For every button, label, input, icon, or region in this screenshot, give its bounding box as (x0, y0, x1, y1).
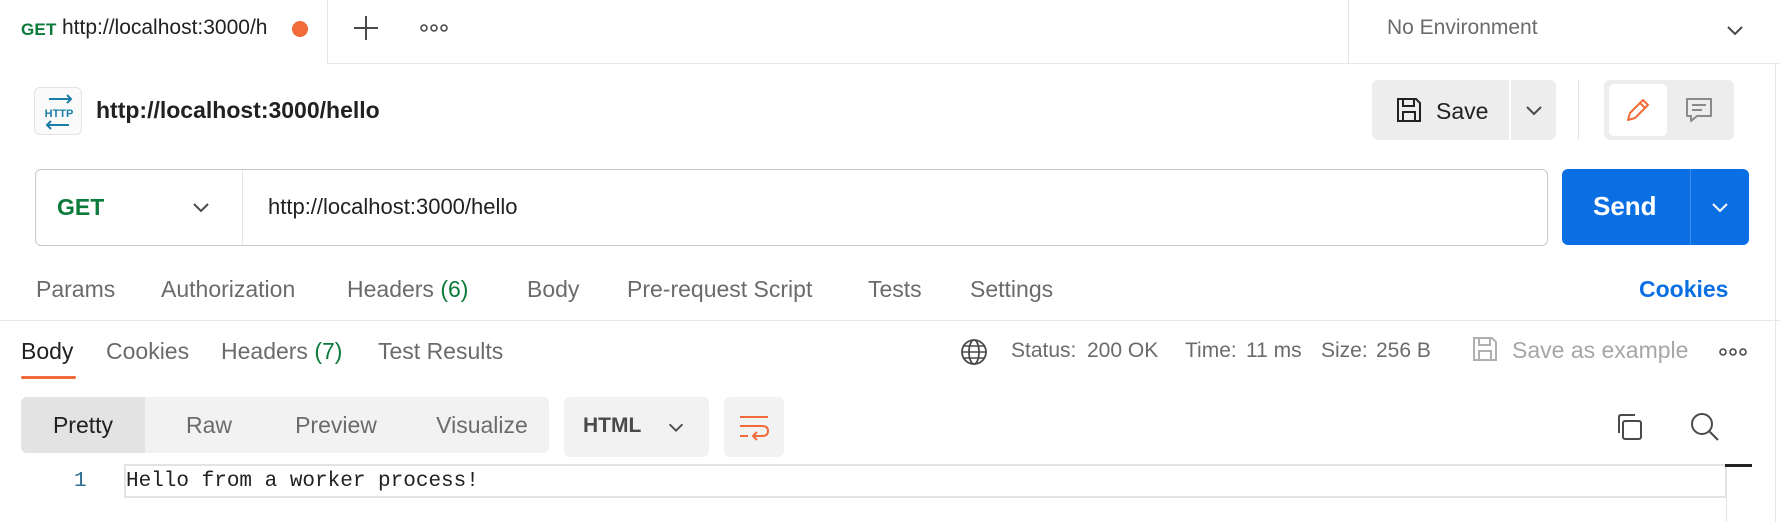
view-mode-selector: Pretty Raw Preview Visualize (21, 397, 549, 453)
view-preview[interactable]: Preview (271, 397, 401, 453)
new-tab-button[interactable] (350, 12, 382, 44)
status-label: Status: (1011, 339, 1077, 362)
cookies-link[interactable]: Cookies (1639, 276, 1728, 303)
method-label: GET (57, 194, 105, 220)
language-select[interactable]: HTML (564, 397, 709, 457)
mode-toggle (1604, 80, 1734, 140)
http-icon: HTTP (34, 87, 82, 135)
status-value[interactable]: 200 OK (1087, 339, 1158, 363)
pencil-icon (1627, 99, 1649, 121)
wrap-lines-button[interactable] (724, 397, 784, 457)
chevron-down-icon[interactable] (1708, 195, 1732, 219)
unsaved-dot-icon (292, 21, 308, 37)
more-horizontal-icon[interactable] (1718, 340, 1748, 364)
send-button[interactable]: Send (1562, 169, 1749, 245)
save-icon (1473, 337, 1497, 361)
time-label: Time: (1185, 339, 1237, 362)
line-number: 1 (74, 470, 87, 493)
tab-authorization[interactable]: Authorization (161, 276, 295, 303)
chevron-down-icon (1727, 26, 1743, 36)
chevron-down-icon (193, 203, 209, 213)
tab-method: GET (21, 20, 57, 39)
svg-text:HTTP: HTTP (45, 108, 74, 120)
tab-pre-request-script[interactable]: Pre-request Script (627, 276, 812, 303)
plus-icon (354, 16, 378, 40)
edit-mode-button[interactable] (1609, 84, 1667, 136)
save-options-button[interactable] (1511, 80, 1556, 140)
environment-label: No Environment (1387, 16, 1538, 39)
view-visualize[interactable]: Visualize (417, 397, 547, 453)
save-label: Save (1436, 98, 1489, 124)
response-tab-headers-count: (7) (314, 338, 343, 364)
size-label: Size: (1321, 339, 1368, 362)
request-title[interactable]: http://localhost:3000/hello (96, 97, 380, 124)
save-as-example-button[interactable]: Save as example (1512, 337, 1688, 364)
wrap-lines-icon (740, 416, 770, 441)
view-raw[interactable]: Raw (159, 397, 259, 453)
language-label: HTML (583, 414, 642, 437)
response-tab-test-results[interactable]: Test Results (378, 338, 503, 365)
tab-settings[interactable]: Settings (970, 276, 1053, 303)
save-icon (1397, 98, 1421, 122)
url-input[interactable]: http://localhost:3000/hello (268, 194, 518, 220)
minimap-viewport[interactable] (1725, 464, 1752, 467)
save-button[interactable]: Save (1372, 80, 1509, 140)
tab-tests[interactable]: Tests (868, 276, 922, 303)
send-divider (1690, 169, 1691, 245)
tab-headers-count: (6) (440, 276, 469, 302)
chevron-down-icon (1526, 106, 1542, 116)
tab-body[interactable]: Body (527, 276, 579, 303)
time-value[interactable]: 11 ms (1246, 339, 1302, 363)
tab-bar: GET http://localhost:3000/h No Environme… (0, 0, 1780, 64)
tab-headers-label: Headers (347, 276, 434, 302)
response-tab-headers[interactable]: Headers (7) (221, 338, 342, 365)
search-icon[interactable] (1689, 411, 1721, 443)
tab-headers[interactable]: Headers (6) (347, 276, 468, 303)
response-tab-body[interactable]: Body (21, 338, 73, 365)
globe-icon[interactable] (960, 338, 988, 366)
header-divider (1578, 80, 1579, 140)
tab-options-button[interactable] (418, 12, 450, 44)
copy-icon[interactable] (1614, 412, 1644, 442)
send-label: Send (1593, 191, 1657, 221)
more-horizontal-icon (420, 24, 448, 32)
comment-icon[interactable] (1684, 96, 1714, 124)
url-bar: GET http://localhost:3000/hello (35, 169, 1548, 246)
request-tabs-divider (0, 320, 1780, 321)
chevron-down-icon (668, 423, 684, 432)
editor-minimap[interactable] (1726, 464, 1752, 522)
window-edge (1775, 64, 1776, 522)
active-tab-indicator (21, 376, 76, 379)
method-select[interactable]: GET (36, 170, 243, 245)
response-tab-headers-label: Headers (221, 338, 308, 364)
request-tab-active[interactable]: GET http://localhost:3000/h (0, 0, 328, 64)
size-value[interactable]: 256 B (1376, 339, 1431, 363)
view-pretty[interactable]: Pretty (21, 397, 145, 453)
response-tab-cookies[interactable]: Cookies (106, 338, 189, 365)
tab-params[interactable]: Params (36, 276, 115, 303)
code-line: Hello from a worker process! (126, 470, 479, 493)
response-body-editor[interactable]: 1 Hello from a worker process! (0, 464, 1780, 522)
tab-url: http://localhost:3000/h (62, 16, 268, 39)
environment-select[interactable]: No Environment (1348, 0, 1780, 64)
